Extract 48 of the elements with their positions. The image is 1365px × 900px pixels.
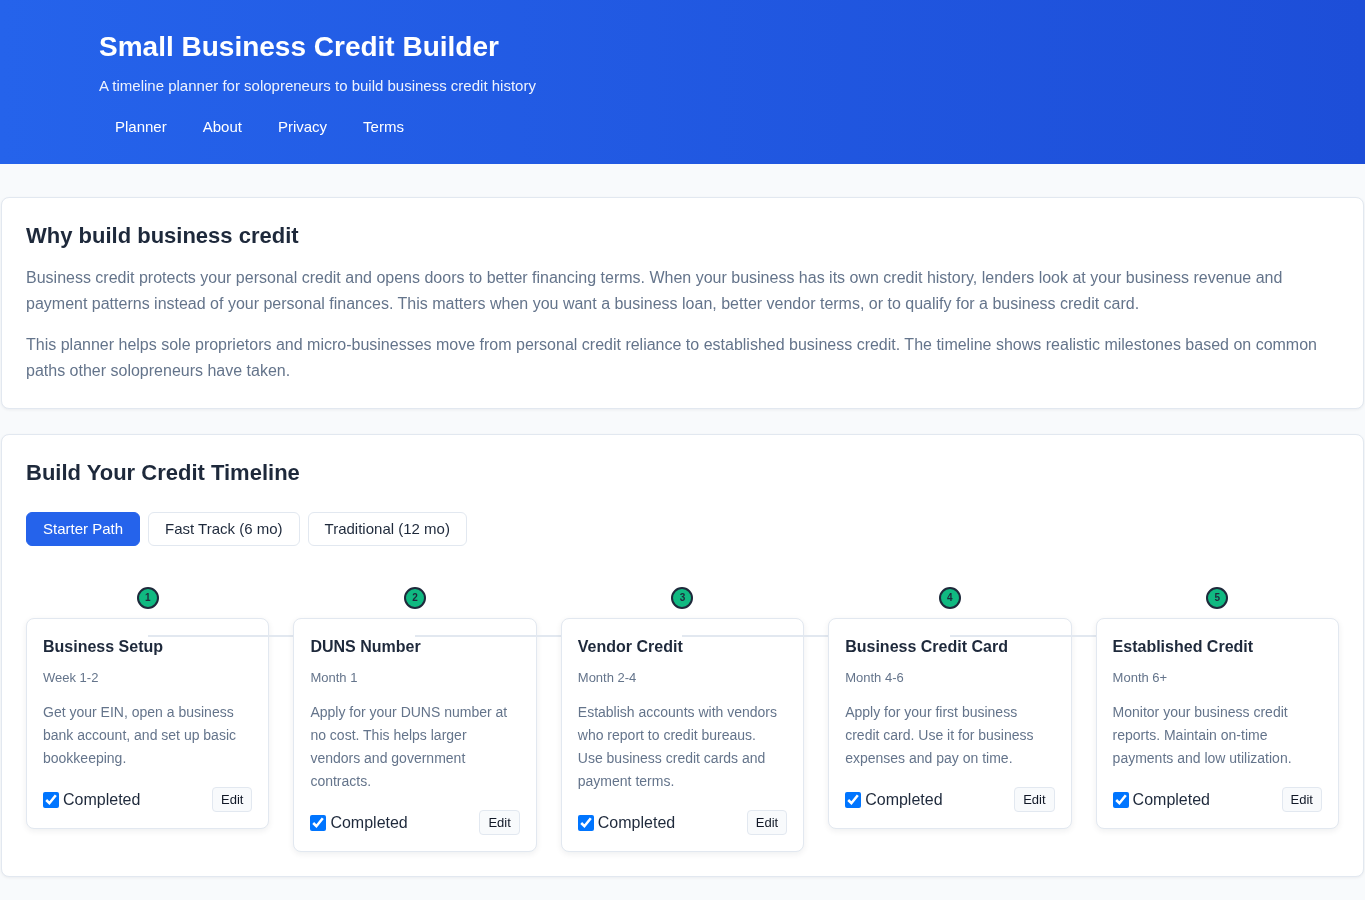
milestone-period: Month 1 xyxy=(310,669,358,687)
completed-checkbox[interactable] xyxy=(577,814,594,831)
nav-link[interactable]: Privacy xyxy=(261,110,344,144)
intro-paragraph: Business credit protects your personal credit and opens doors to better financing terms. When your business has its own credit history, lenders look at your business revenue and payment patterns instead of your personal finances. This matters when you want a business loan, better vendor terms, or to qualify for a business credit card. xyxy=(26,268,1284,314)
intro-paragraph: This planner helps sole proprietors and micro-businesses move from personal credit reliance to established business credit. The timeline shows realistic milestones based on common paths other solopreneurs have taken. xyxy=(26,335,1318,381)
milestone-title: Vendor Credit xyxy=(577,637,683,657)
milestone-title: Business Setup xyxy=(43,637,164,657)
step-number-marker: 4 xyxy=(938,587,961,609)
milestone-period: Month 6+ xyxy=(1112,669,1168,687)
checkbox-label: Completed xyxy=(330,812,408,833)
edit-button[interactable]: Edit xyxy=(1014,787,1055,812)
site-subtitle: A timeline planner for solopreneurs to build business credit history xyxy=(99,76,536,96)
edit-button[interactable]: Edit xyxy=(746,810,788,835)
milestone-title: Business Credit Card xyxy=(845,637,1008,657)
nav-link[interactable]: Planner xyxy=(99,110,183,144)
edit-button[interactable]: Edit xyxy=(212,787,253,812)
milestone-description: Establish accounts with vendors who report to credit bureaus. Use business credit cards and payment terms. xyxy=(577,703,778,791)
completed-checkbox[interactable] xyxy=(43,791,59,808)
nav-link[interactable]: Terms xyxy=(347,110,420,144)
milestone-description: Monitor your business credit reports. Maintain on-time payments and low utilization. xyxy=(1112,703,1293,768)
path-tab[interactable]: Traditional (12 mo) xyxy=(307,512,467,546)
site-title: Small Business Credit Builder xyxy=(99,30,499,64)
milestone-description: Get your EIN, open a business bank account, and set up basic bookkeeping. xyxy=(43,703,238,768)
checkbox-label: Completed xyxy=(63,789,141,810)
path-tab[interactable]: Starter Path xyxy=(26,512,141,546)
edit-button[interactable]: Edit xyxy=(479,810,520,835)
step-number-marker: 1 xyxy=(136,587,159,609)
step-number-marker: 3 xyxy=(671,587,694,609)
step-number-marker: 5 xyxy=(1206,587,1229,609)
milestone-description: Apply for your DUNS number at no cost. This helps larger vendors and government contracts. xyxy=(310,703,509,791)
milestone-description: Apply for your first business credit card. Use it for business expenses and pay on time. xyxy=(845,703,1035,768)
completed-checkbox[interactable] xyxy=(1112,791,1129,808)
step-number-marker: 2 xyxy=(404,587,427,609)
section-heading: Build Your Credit Timeline xyxy=(26,459,300,487)
checkbox-label: Completed xyxy=(865,789,943,810)
checkbox-label: Completed xyxy=(1132,789,1210,810)
completed-checkbox[interactable] xyxy=(845,791,862,808)
milestone-period: Month 2-4 xyxy=(577,669,637,687)
checkbox-label: Completed xyxy=(597,812,676,833)
path-tab[interactable]: Fast Track (6 mo) xyxy=(148,512,300,546)
nav-link[interactable]: About xyxy=(186,110,258,144)
section-heading: Why build business credit xyxy=(26,222,299,250)
edit-button[interactable]: Edit xyxy=(1281,787,1322,812)
milestone-title: Established Credit xyxy=(1112,637,1254,657)
milestone-title: DUNS Number xyxy=(310,637,421,657)
milestone-period: Week 1-2 xyxy=(43,669,99,687)
milestone-period: Month 4-6 xyxy=(845,669,904,687)
completed-checkbox[interactable] xyxy=(310,814,327,831)
